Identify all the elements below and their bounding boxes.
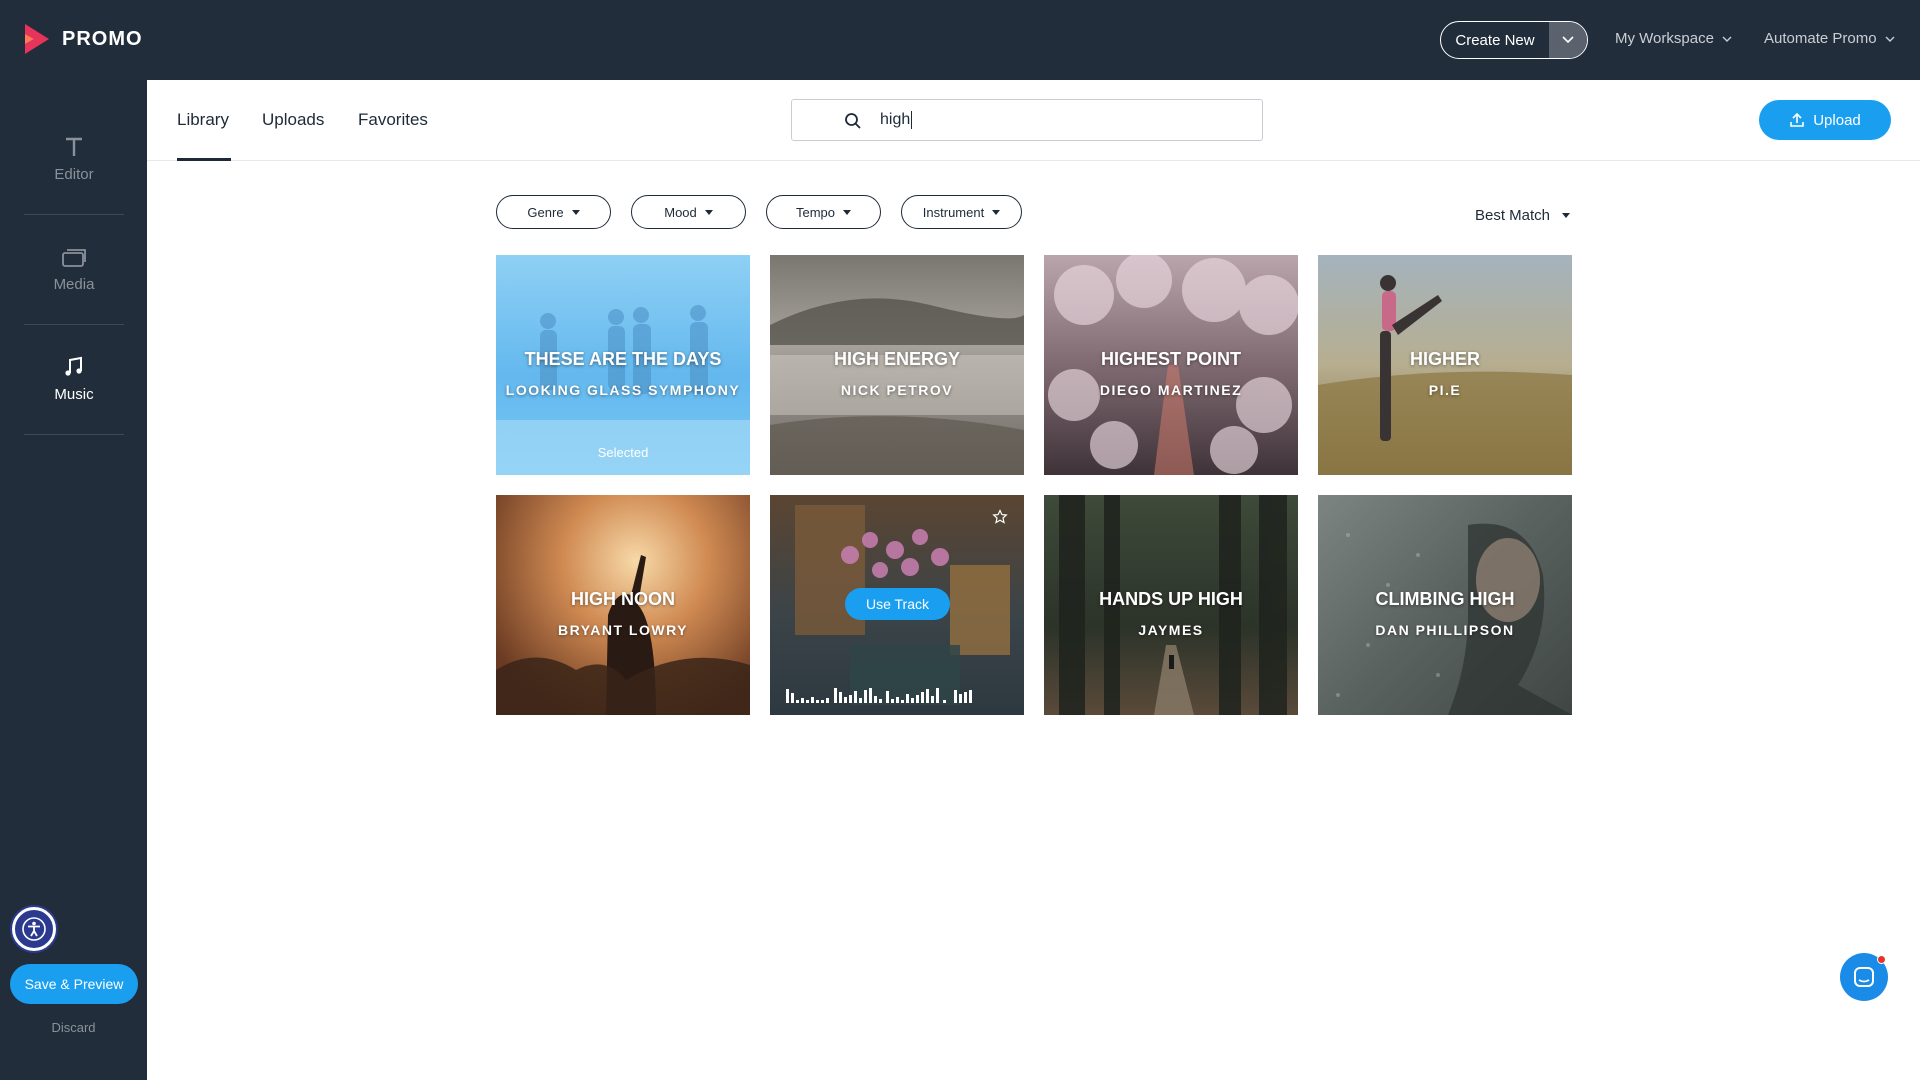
text-icon xyxy=(66,137,82,156)
search-input-value[interactable]: high xyxy=(880,111,913,129)
track-card[interactable]: HIGHER PI.E xyxy=(1318,255,1572,475)
track-card[interactable]: HIGH NOON BRYANT LOWRY xyxy=(496,495,750,715)
track-card[interactable]: THESE ARE THE DAYS LOOKING GLASS SYMPHON… xyxy=(496,255,750,475)
track-title: HIGH ENERGY xyxy=(833,349,961,369)
chat-icon xyxy=(1854,967,1874,987)
search-icon xyxy=(845,113,861,129)
top-bar: PROMO Create New My Workspace Automate P… xyxy=(0,0,1920,80)
sidebar-item-label: Music xyxy=(54,386,94,403)
sidebar-item-editor[interactable]: Editor xyxy=(24,105,124,215)
sidebar-item-label: Media xyxy=(53,276,95,293)
filter-label: Mood xyxy=(664,204,697,220)
track-card[interactable]: HIGH ENERGY NICK PETROV xyxy=(770,255,1024,475)
logo-text: PROMO xyxy=(62,27,143,50)
selected-status: Selected xyxy=(597,445,649,460)
track-artist: DAN PHILLIPSON xyxy=(1375,622,1515,638)
track-title: THESE ARE THE DAYS xyxy=(524,349,722,369)
chevron-down-icon xyxy=(1562,36,1574,44)
filter-tempo[interactable]: Tempo xyxy=(766,195,881,229)
caret-down-icon xyxy=(704,209,713,215)
upload-label: Upload xyxy=(1813,111,1861,129)
create-new-label[interactable]: Create New xyxy=(1441,22,1549,58)
upload-button[interactable]: Upload xyxy=(1759,100,1891,140)
filter-label: Tempo xyxy=(795,204,836,220)
track-title: HANDS UP HIGH xyxy=(1099,589,1243,609)
favorite-star-icon[interactable] xyxy=(992,509,1008,525)
create-new-button[interactable]: Create New xyxy=(1440,21,1588,59)
track-card[interactable]: CLIMBING HIGH DAN PHILLIPSON xyxy=(1318,495,1572,715)
sidebar-item-music[interactable]: Music xyxy=(24,325,124,435)
filter-label: Genre xyxy=(527,204,564,220)
tab-uploads[interactable]: Uploads xyxy=(262,110,324,130)
track-card-hovered[interactable]: Use Track xyxy=(770,495,1024,715)
caret-down-icon xyxy=(992,209,1001,215)
media-icon xyxy=(62,249,86,267)
filter-label: Instrument xyxy=(922,204,985,220)
sidebar-item-label: Editor xyxy=(54,166,94,183)
save-preview-button[interactable]: Save & Preview xyxy=(10,964,138,1004)
automate-promo-menu[interactable]: Automate Promo xyxy=(1764,30,1895,47)
caret-down-icon xyxy=(571,209,580,215)
music-icon xyxy=(65,356,82,376)
track-title: HIGHEST POINT xyxy=(1100,349,1241,369)
chevron-down-icon xyxy=(1885,36,1895,42)
discard-link[interactable]: Discard xyxy=(0,1020,147,1035)
workspace-label: My Workspace xyxy=(1615,30,1714,47)
sort-label: Best Match xyxy=(1475,207,1551,224)
text-cursor xyxy=(911,111,913,129)
notification-dot xyxy=(1877,955,1886,964)
chevron-down-icon xyxy=(1722,36,1732,42)
filter-instrument[interactable]: Instrument xyxy=(901,195,1022,229)
promo-logo[interactable]: PROMO xyxy=(22,22,143,56)
track-artist: LOOKING GLASS SYMPHONY xyxy=(505,382,741,398)
sidebar: Editor Media Music Save & Preview Discar… xyxy=(0,80,147,1080)
track-artist: DIEGO MARTINEZ xyxy=(1099,382,1243,398)
workspace-menu[interactable]: My Workspace xyxy=(1615,30,1732,47)
caret-down-icon xyxy=(1562,213,1571,218)
accessibility-icon xyxy=(22,917,46,941)
track-artist: BRYANT LOWRY xyxy=(558,622,688,638)
accessibility-button[interactable] xyxy=(12,907,56,951)
filter-mood[interactable]: Mood xyxy=(631,195,746,229)
track-artist: JAYMES xyxy=(1138,622,1204,638)
track-artist: NICK PETROV xyxy=(840,382,954,398)
upload-icon xyxy=(1790,112,1805,127)
tab-favorites[interactable]: Favorites xyxy=(358,110,428,130)
use-track-button[interactable]: Use Track xyxy=(845,588,950,620)
play-logo-icon xyxy=(25,24,49,54)
sidebar-item-media[interactable]: Media xyxy=(24,215,124,325)
automate-promo-label: Automate Promo xyxy=(1764,30,1877,47)
track-card[interactable]: HIGHEST POINT DIEGO MARTINEZ xyxy=(1044,255,1298,475)
tab-library[interactable]: Library xyxy=(177,110,229,130)
search-input[interactable]: high xyxy=(791,99,1263,141)
create-new-dropdown-toggle[interactable] xyxy=(1549,22,1587,58)
active-tab-indicator xyxy=(177,158,231,161)
track-title: HIGHER xyxy=(1409,349,1480,369)
track-artist: PI.E xyxy=(1428,382,1462,398)
track-title: CLIMBING HIGH xyxy=(1375,589,1515,609)
caret-down-icon xyxy=(843,209,852,215)
waveform-icon xyxy=(786,688,972,703)
track-card[interactable]: HANDS UP HIGH JAYMES xyxy=(1044,495,1298,715)
track-title: HIGH NOON xyxy=(570,589,675,609)
filter-genre[interactable]: Genre xyxy=(496,195,611,229)
sort-dropdown[interactable]: Best Match xyxy=(1475,207,1571,224)
